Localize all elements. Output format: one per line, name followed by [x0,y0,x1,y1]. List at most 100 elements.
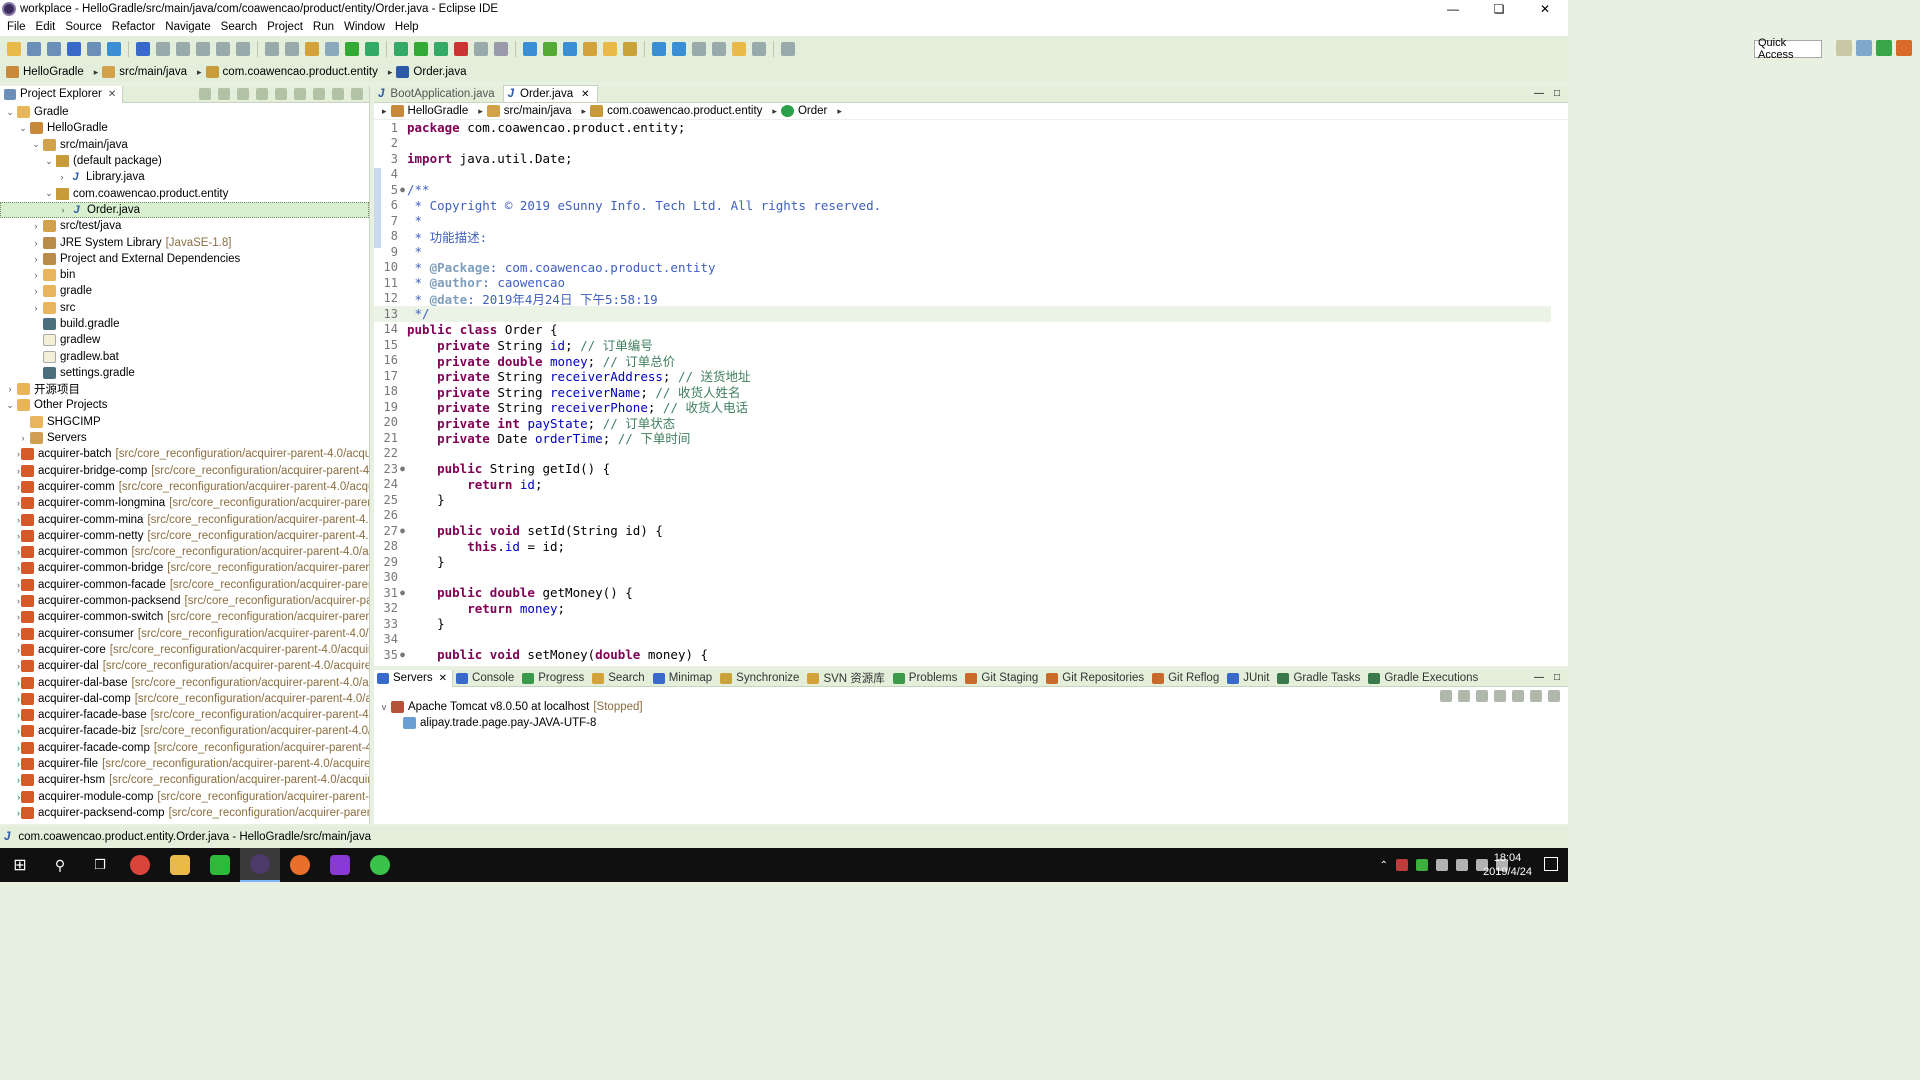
menu-file[interactable]: File [3,21,32,33]
chevron-right-icon[interactable]: › [17,629,20,639]
maximize-editor-icon[interactable]: □ [1554,88,1560,99]
chevron-right-icon[interactable]: › [17,515,20,525]
toolbar-button-icon[interactable] [623,42,637,56]
bottom-tab[interactable]: Progress [519,670,589,687]
bottom-tab[interactable]: Gradle Executions [1365,670,1483,687]
collapse-icon[interactable] [1440,690,1452,702]
tree-item[interactable]: ›acquirer-hsm[src/core_reconfiguration/a… [0,772,369,788]
code-line[interactable]: 28 this.id = id; [374,539,1568,555]
tree-item[interactable]: ›src [0,300,369,316]
link-with-editor-icon[interactable] [275,88,287,100]
network-icon[interactable] [1436,859,1448,871]
toolbar-button-icon[interactable] [196,42,210,56]
chevron-right-icon[interactable]: ▸ [94,67,99,78]
fold-toggle-icon[interactable]: ● [398,588,407,597]
bottom-tab[interactable]: Synchronize [717,670,804,687]
search-button[interactable]: ⚲ [40,848,80,882]
tree-item[interactable]: ⌄Gradle [0,104,369,120]
chevron-right-icon[interactable]: › [30,270,42,280]
tree-item[interactable]: ›acquirer-common-packsend[src/core_recon… [0,593,369,609]
chevron-right-icon[interactable]: › [30,286,42,296]
chevron-right-icon[interactable]: › [30,221,42,231]
editor-breadcrumb-item[interactable]: src/main/java [487,105,572,117]
code-line[interactable]: 12 * @date: 2019年4月24日 下午5:58:19 [374,291,1568,307]
toolbar-button-icon[interactable] [603,42,617,56]
menu-help[interactable]: Help [391,21,425,33]
code-line[interactable]: 4 [374,167,1568,183]
close-icon[interactable]: ✕ [439,673,447,684]
toolbar-button-icon[interactable] [523,42,537,56]
editor-breadcrumb-item[interactable]: com.coawencao.product.entity [590,105,762,117]
tree-item[interactable]: ›acquirer-module-comp[src/core_reconfigu… [0,788,369,804]
menu-window[interactable]: Window [340,21,391,33]
tray-expand-icon[interactable]: ⌃ [1380,860,1388,871]
tree-item[interactable]: ›acquirer-file[src/core_reconfiguration/… [0,756,369,772]
toolbar-button-icon[interactable] [236,42,250,56]
tree-item[interactable]: ›acquirer-dal-base[src/core_reconfigurat… [0,674,369,690]
toolbar-button-icon[interactable] [216,42,230,56]
chevron-down-icon[interactable]: ⌄ [30,139,42,150]
code-line[interactable]: 33 } [374,616,1568,632]
code-line[interactable]: 35● public void setMoney(double money) { [374,647,1568,663]
menu-search[interactable]: Search [217,21,263,33]
eclipse-taskbar-icon[interactable] [240,848,280,882]
code-line[interactable]: 31● public double getMoney() { [374,585,1568,601]
toolbar-button-icon[interactable] [7,42,21,56]
code-editor[interactable]: 1package com.coawencao.product.entity;23… [374,120,1568,663]
tree-item[interactable]: ›acquirer-comm[src/core_reconfiguration/… [0,479,369,495]
maximize-panel-icon[interactable]: □ [1554,672,1560,683]
quick-access-field[interactable]: Quick Access [1754,40,1822,58]
bottom-tab[interactable]: Console [453,670,519,687]
up-folder-icon[interactable] [237,88,249,100]
stop-server-icon[interactable] [1512,690,1524,702]
chevron-right-icon[interactable]: › [17,678,20,688]
chevron-down-icon[interactable]: ⌄ [43,188,55,199]
chevron-right-icon[interactable]: › [17,580,20,590]
chevron-right-icon[interactable]: › [17,726,20,736]
forward-arrow-icon[interactable] [218,88,230,100]
debug-perspective-icon[interactable] [1876,40,1892,56]
toolbar-button-icon[interactable] [27,42,41,56]
tree-item[interactable]: ⌄(default package) [0,153,369,169]
chevron-right-icon[interactable]: ▸ [197,67,202,78]
taskbar-clock[interactable]: 18:04 2019/4/24 [1483,851,1532,879]
open-perspective-icon[interactable] [1836,40,1852,56]
code-line[interactable]: 8 * 功能描述: [374,229,1568,245]
chevron-right-icon[interactable]: ▸ [478,106,483,117]
code-line[interactable]: 13 */ [374,306,1568,322]
code-line[interactable]: 21 private Date orderTime; // 下单时间 [374,430,1568,446]
toolbar-button-icon[interactable] [285,42,299,56]
chevron-right-icon[interactable]: › [17,612,20,622]
chrome-taskbar-icon[interactable] [120,848,160,882]
code-line[interactable]: 27● public void setId(String id) { [374,523,1568,539]
bottom-tab[interactable]: Git Reflog [1149,670,1224,687]
chevron-right-icon[interactable]: › [17,466,20,476]
chevron-right-icon[interactable]: ▸ [388,67,393,78]
tree-item[interactable]: ›gradle [0,283,369,299]
toolbar-button-icon[interactable] [107,42,121,56]
chevron-right-icon[interactable]: › [17,498,20,508]
chevron-right-icon[interactable]: › [57,205,69,215]
chevron-right-icon[interactable]: › [17,531,20,541]
server-module-row[interactable]: alipay.trade.page.pay-JAVA-UTF-8 [374,715,1568,731]
chevron-right-icon[interactable]: ▸ [837,106,842,117]
tree-item[interactable]: SHGCIMP [0,414,369,430]
tree-item[interactable]: ›acquirer-consumer[src/core_reconfigurat… [0,626,369,642]
chevron-right-icon[interactable]: ▸ [382,106,387,117]
publish-icon[interactable] [1530,690,1542,702]
tree-item[interactable]: ›acquirer-bridge-comp[src/core_reconfigu… [0,463,369,479]
close-icon[interactable]: ✕ [581,89,589,100]
menu-run[interactable]: Run [309,21,340,33]
breadcrumb-item[interactable]: HelloGradle [6,66,84,78]
view-menu-icon[interactable] [313,88,325,100]
fold-toggle-icon[interactable]: ● [398,185,407,194]
tree-item[interactable]: gradlew [0,332,369,348]
menu-navigate[interactable]: Navigate [161,21,216,33]
bottom-tab[interactable]: Minimap [650,670,717,687]
tree-item[interactable]: settings.gradle [0,365,369,381]
code-line[interactable]: 32 return money; [374,601,1568,617]
code-line[interactable]: 3import java.util.Date; [374,151,1568,167]
code-line[interactable]: 5●/** [374,182,1568,198]
tree-item[interactable]: ›acquirer-comm-mina[src/core_reconfigura… [0,511,369,527]
toolbar-button-icon[interactable] [672,42,686,56]
